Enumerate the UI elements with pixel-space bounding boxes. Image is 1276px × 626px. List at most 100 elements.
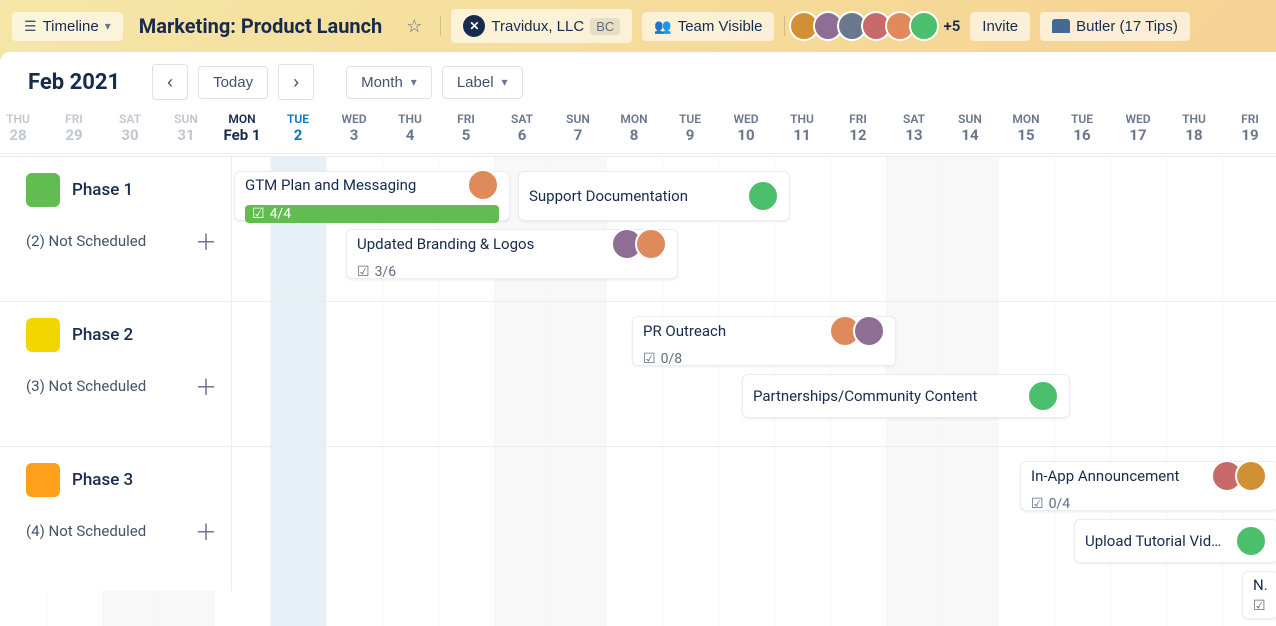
timeline-controls: Feb 2021 ‹ Today › Month ▾ Label ▾ xyxy=(0,52,1276,108)
board-header: ☰ Timeline ▾ Marketing: Product Launch ☆… xyxy=(0,0,1276,52)
add-card-button[interactable]: ＋ xyxy=(195,225,217,257)
date-column: TUE2 xyxy=(270,108,326,144)
butler-label: Butler (17 Tips) xyxy=(1076,18,1178,35)
card-title: Partnerships/Community Content xyxy=(753,387,977,405)
card-title: Support Documentation xyxy=(529,187,688,205)
check-icon: ☑ xyxy=(357,264,370,280)
check-icon: ☑ xyxy=(1253,598,1266,614)
checklist-badge: ☑ xyxy=(1253,598,1267,614)
lane: Phase 1(2) Not Scheduled＋GTM Plan and Me… xyxy=(0,156,1276,301)
people-icon: 👥 xyxy=(654,18,671,35)
date-column: MONFeb 1 xyxy=(214,108,270,144)
avatar[interactable] xyxy=(747,180,779,212)
add-card-button[interactable]: ＋ xyxy=(195,370,217,402)
scale-select[interactable]: Month ▾ xyxy=(346,66,432,99)
lane-unscheduled[interactable]: (3) Not Scheduled xyxy=(26,377,146,395)
date-column: SAT30 xyxy=(102,108,158,144)
org-button[interactable]: ✕ Travidux, LLC BC xyxy=(451,9,632,43)
date-header: THU28FRI29SAT30SUN31MONFeb 1TUE2WED3THU4… xyxy=(0,108,1276,154)
lane: Phase 2 (3) Not Scheduled ＋ PR Outreach ☑0/8… xyxy=(0,301,1276,446)
timeline-card[interactable]: Ne ☑ xyxy=(1242,571,1276,619)
date-column: FRI5 xyxy=(438,108,494,144)
date-column: MON15 xyxy=(998,108,1054,144)
timeline-card[interactable]: PR Outreach ☑0/8 xyxy=(632,316,896,366)
avatar[interactable] xyxy=(635,228,667,260)
card-title: In-App Announcement xyxy=(1031,467,1179,485)
card-avatars xyxy=(611,228,667,260)
card-title: GTM Plan and Messaging xyxy=(245,176,416,194)
group-select[interactable]: Label ▾ xyxy=(442,66,523,99)
view-label: Timeline xyxy=(43,18,99,35)
divider xyxy=(784,16,785,36)
visibility-button[interactable]: 👥 Team Visible xyxy=(642,12,774,41)
date-column: SUN14 xyxy=(942,108,998,144)
board-title[interactable]: Marketing: Product Launch xyxy=(133,14,389,38)
date-column: FRI12 xyxy=(830,108,886,144)
star-button[interactable]: ☆ xyxy=(398,12,430,41)
check-icon: ☑ xyxy=(643,351,656,367)
avatar[interactable] xyxy=(467,169,499,201)
lane-unscheduled[interactable]: (2) Not Scheduled xyxy=(26,232,146,250)
date-column: TUE16 xyxy=(1054,108,1110,144)
timeline-card[interactable]: Partnerships/Community Content xyxy=(742,374,1070,418)
avatar[interactable] xyxy=(1027,380,1059,412)
card-avatars xyxy=(829,315,885,347)
org-name: Travidux, LLC xyxy=(491,18,584,35)
date-column: WED10 xyxy=(718,108,774,144)
date-column: THU18 xyxy=(1166,108,1222,144)
card-avatars xyxy=(467,169,499,201)
lane-title: Phase 2 xyxy=(72,325,133,345)
today-button[interactable]: Today xyxy=(198,66,268,99)
date-column: TUE9 xyxy=(662,108,718,144)
date-column: SAT13 xyxy=(886,108,942,144)
card-title: Ne xyxy=(1253,576,1267,594)
timeline-card[interactable]: Support Documentation xyxy=(518,171,790,221)
avatar[interactable] xyxy=(1235,460,1267,492)
period-label: Feb 2021 xyxy=(28,70,120,95)
date-column: FRI29 xyxy=(46,108,102,144)
prev-button[interactable]: ‹ xyxy=(152,64,188,100)
timeline-grid: Phase 1(2) Not Scheduled＋GTM Plan and Me… xyxy=(0,156,1276,626)
butler-button[interactable]: Butler (17 Tips) xyxy=(1040,12,1190,41)
date-column: SUN7 xyxy=(550,108,606,144)
chevron-down-icon: ▾ xyxy=(411,75,417,89)
members-overflow[interactable]: +5 xyxy=(943,17,960,35)
timeline-card[interactable]: Upload Tutorial Videos xyxy=(1074,519,1276,563)
lane-color-swatch xyxy=(26,173,60,207)
card-avatars xyxy=(1027,380,1059,412)
add-card-button[interactable]: ＋ xyxy=(195,515,217,547)
avatar[interactable] xyxy=(1235,525,1267,557)
timeline-card[interactable]: GTM Plan and Messaging☑4/4 xyxy=(234,171,510,221)
view-switcher-button[interactable]: ☰ Timeline ▾ xyxy=(12,12,123,41)
timeline-card[interactable]: Updated Branding & Logos☑3/6 xyxy=(346,229,678,279)
checklist-badge: ☑0/8 xyxy=(643,351,885,367)
chevron-down-icon: ▾ xyxy=(105,19,111,33)
lanes: Phase 1(2) Not Scheduled＋GTM Plan and Me… xyxy=(0,156,1276,591)
member-avatars[interactable]: +5 xyxy=(795,11,960,41)
avatar[interactable] xyxy=(909,11,939,41)
check-icon: ☑ xyxy=(1031,496,1044,512)
next-button[interactable]: › xyxy=(278,64,314,100)
invite-button[interactable]: Invite xyxy=(970,12,1030,41)
lane: Phase 3 (4) Not Scheduled ＋ In-App Announce… xyxy=(0,446,1276,591)
date-column: THU28 xyxy=(0,108,46,144)
date-column: THU11 xyxy=(774,108,830,144)
lane-unscheduled[interactable]: (4) Not Scheduled xyxy=(26,522,146,540)
timeline-card[interactable]: In-App Announcement☑0/4 xyxy=(1020,461,1276,511)
lane-header: Phase 2 (3) Not Scheduled ＋ xyxy=(0,302,232,446)
card-avatars xyxy=(1235,525,1267,557)
date-column: MON8 xyxy=(606,108,662,144)
card-title: PR Outreach xyxy=(643,322,726,340)
lane-header: Phase 1(2) Not Scheduled＋ xyxy=(0,157,232,301)
date-column: SAT6 xyxy=(494,108,550,144)
lane-color-swatch xyxy=(26,318,60,352)
chevron-down-icon: ▾ xyxy=(502,75,508,89)
lane-color-swatch xyxy=(26,463,60,497)
card-avatars xyxy=(1211,460,1267,492)
card-avatars xyxy=(747,180,779,212)
butler-icon xyxy=(1052,19,1070,33)
lane-header: Phase 3 (4) Not Scheduled ＋ xyxy=(0,447,232,591)
lane-title: Phase 3 xyxy=(72,470,133,490)
timeline-icon: ☰ xyxy=(24,18,37,35)
avatar[interactable] xyxy=(853,315,885,347)
